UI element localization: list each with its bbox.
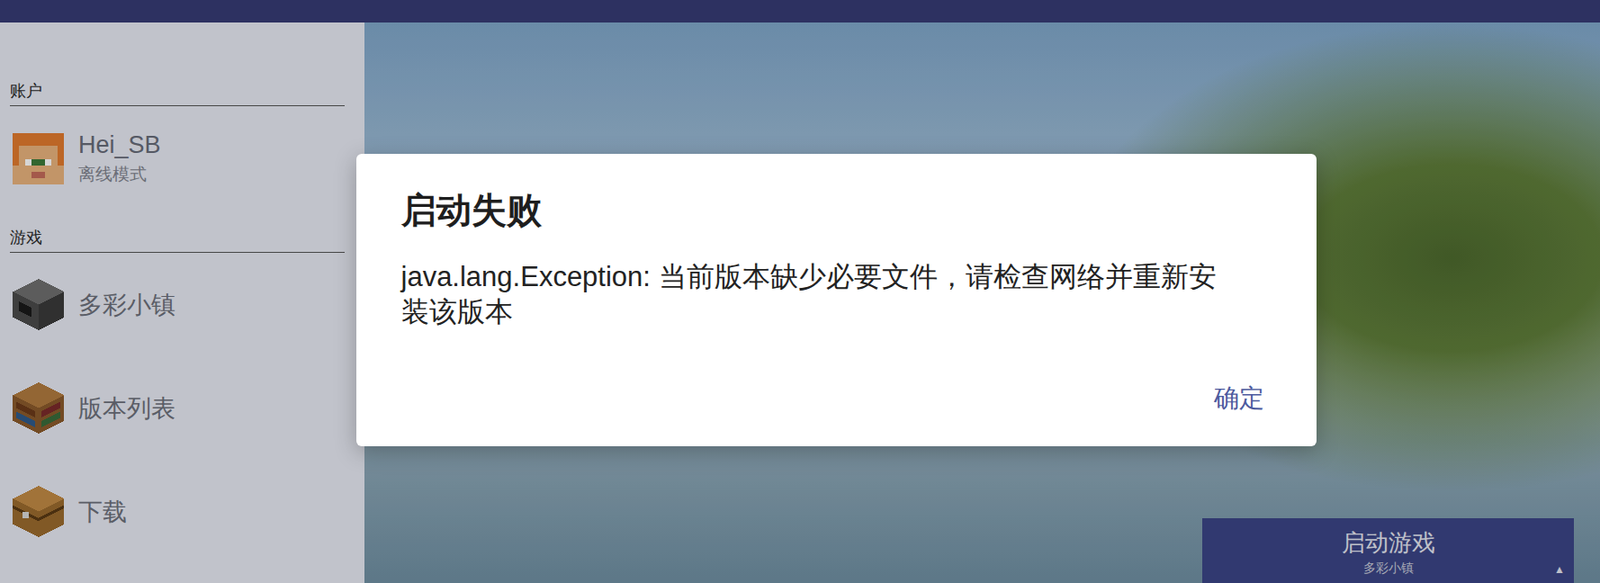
dialog-scrim: 启动失败 java.lang.Exception: 当前版本缺少必要文件，请检查网… <box>0 0 1600 583</box>
error-dialog: 启动失败 java.lang.Exception: 当前版本缺少必要文件，请检查网… <box>356 153 1317 447</box>
launcher-window: 账户Hei_SB离线模式游戏多彩小镇版本列表下载启动游戏多彩小镇▲启动失败jav… <box>0 0 1600 583</box>
dialog-actions: 确定 <box>401 376 1268 422</box>
confirm-button[interactable]: 确定 <box>1210 376 1268 422</box>
dialog-message: java.lang.Exception: 当前版本缺少必要文件，请检查网络并重新… <box>401 260 1268 331</box>
dialog-title: 启动失败 <box>401 186 1268 235</box>
